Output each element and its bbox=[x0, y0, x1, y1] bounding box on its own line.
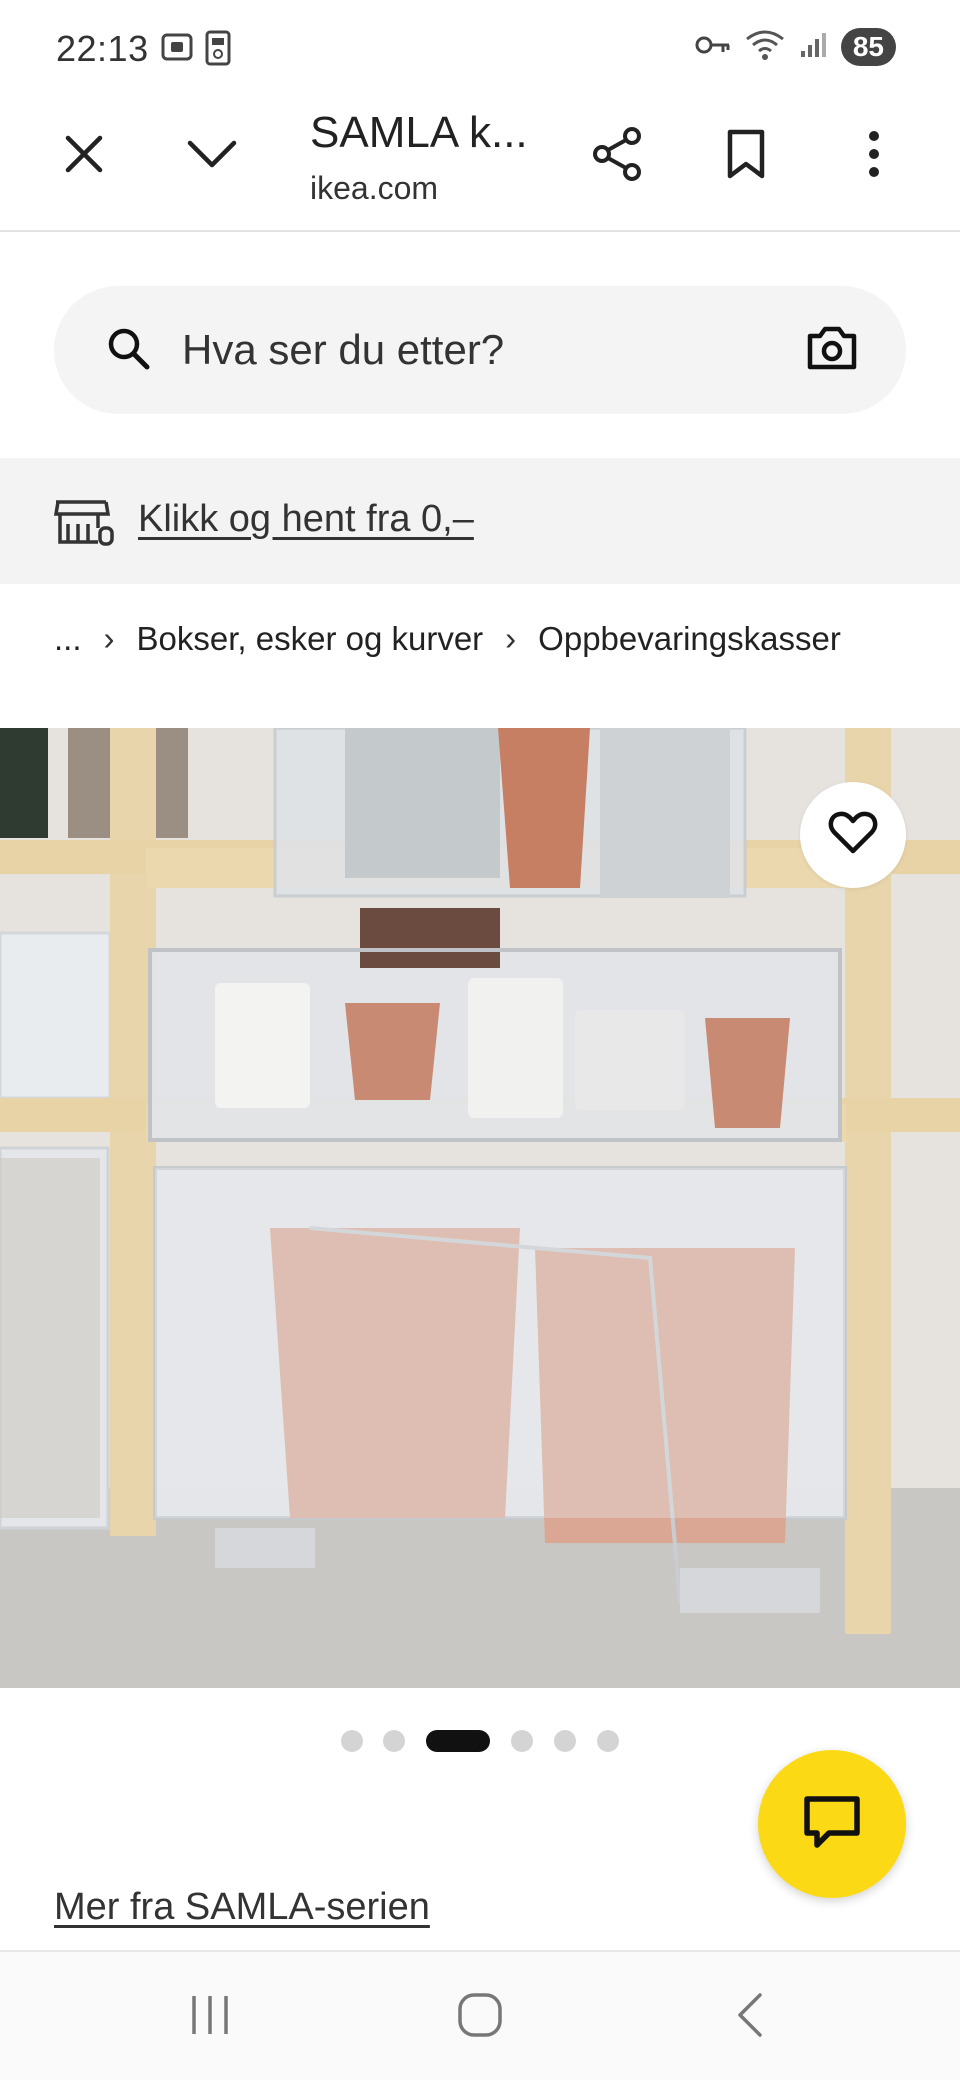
chat-icon bbox=[803, 1795, 861, 1854]
click-collect-link[interactable]: Klikk og hent fra 0,– bbox=[138, 498, 474, 541]
more-options-button[interactable] bbox=[834, 116, 914, 196]
carousel-indicator bbox=[0, 1730, 960, 1754]
signal-icon bbox=[799, 31, 827, 64]
home-icon bbox=[457, 1992, 503, 2043]
minimize-button[interactable] bbox=[172, 116, 252, 196]
share-button[interactable] bbox=[578, 116, 658, 196]
share-icon bbox=[592, 126, 644, 187]
search-placeholder: Hva ser du etter? bbox=[182, 326, 505, 373]
chat-button[interactable] bbox=[758, 1750, 906, 1898]
status-bar: 22:13 85 bbox=[0, 0, 960, 100]
chevron-down-icon bbox=[186, 137, 238, 176]
battery-badge: 85 bbox=[840, 28, 896, 66]
sim-icon bbox=[204, 30, 232, 71]
series-link[interactable]: Mer fra SAMLA-serien bbox=[54, 1886, 430, 1929]
carousel-dot[interactable] bbox=[511, 1730, 533, 1752]
carousel-dot[interactable] bbox=[383, 1730, 405, 1752]
click-collect-banner: Klikk og hent fra 0,– bbox=[0, 458, 960, 584]
carousel-dot[interactable] bbox=[554, 1730, 576, 1752]
breadcrumb: ... › Bokser, esker og kurver › Oppbevar… bbox=[54, 620, 841, 658]
page: 22:13 85 SAMLA k... ikea.com Hva ser du … bbox=[0, 0, 960, 2080]
wifi-icon bbox=[745, 29, 785, 66]
status-time: 22:13 bbox=[56, 28, 149, 69]
screenshot-icon bbox=[160, 30, 194, 69]
key-icon bbox=[695, 33, 731, 62]
breadcrumb-item-boxes[interactable]: Bokser, esker og kurver bbox=[137, 620, 484, 658]
carousel-dot[interactable] bbox=[341, 1730, 363, 1752]
recent-apps-icon bbox=[188, 1994, 232, 2041]
search-input[interactable]: Hva ser du etter? bbox=[54, 286, 906, 414]
breadcrumb-separator: › bbox=[505, 620, 517, 657]
browser-toolbar: SAMLA k... ikea.com bbox=[0, 100, 960, 232]
system-nav-bar bbox=[0, 1950, 960, 2080]
search-icon bbox=[104, 324, 152, 377]
close-icon bbox=[62, 132, 106, 181]
bookmark-button[interactable] bbox=[706, 116, 786, 196]
close-tab-button[interactable] bbox=[44, 116, 124, 196]
breadcrumb-item-storage-boxes[interactable]: Oppbevaringskasser bbox=[538, 620, 841, 658]
page-url: ikea.com bbox=[310, 170, 439, 206]
bookmark-icon bbox=[725, 128, 767, 185]
more-vert-icon bbox=[867, 130, 881, 183]
favorite-button[interactable] bbox=[800, 782, 906, 888]
camera-icon[interactable] bbox=[806, 324, 858, 377]
heart-icon bbox=[828, 811, 878, 860]
back-button[interactable] bbox=[700, 1982, 800, 2052]
page-title: SAMLA k... bbox=[310, 108, 528, 157]
status-right: 85 bbox=[695, 28, 896, 66]
carousel-dot[interactable] bbox=[597, 1730, 619, 1752]
home-button[interactable] bbox=[430, 1982, 530, 2052]
breadcrumb-separator: › bbox=[103, 620, 115, 657]
back-icon bbox=[734, 1992, 766, 2043]
store-icon bbox=[53, 498, 116, 551]
recent-apps-button[interactable] bbox=[160, 1982, 260, 2052]
breadcrumb-ellipsis[interactable]: ... bbox=[54, 620, 82, 658]
carousel-dot-active[interactable] bbox=[426, 1730, 490, 1752]
